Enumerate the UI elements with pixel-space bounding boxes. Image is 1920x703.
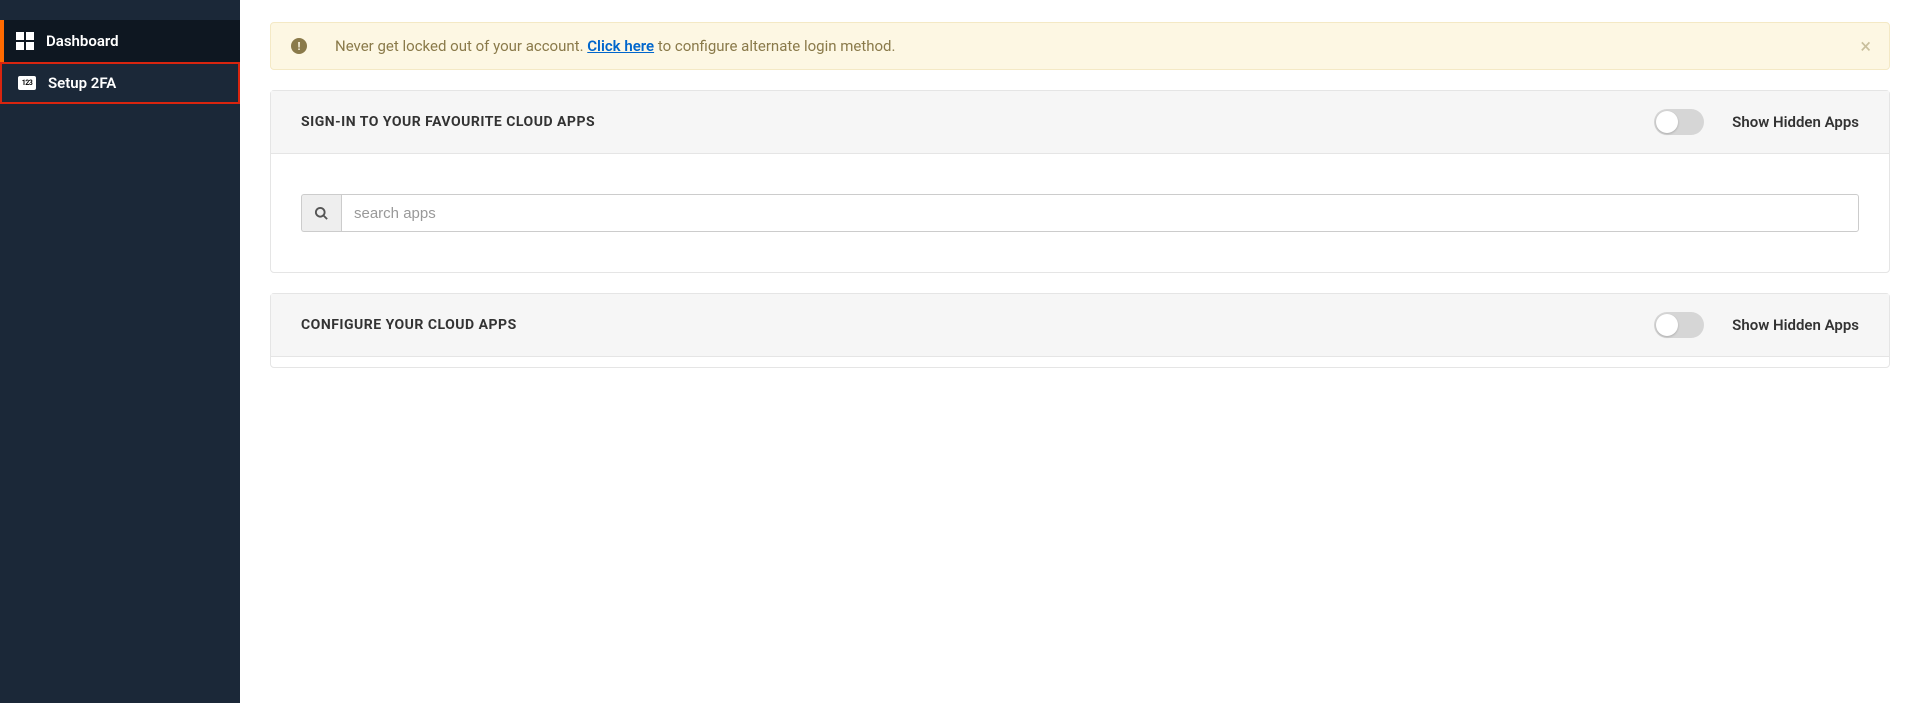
alert-text-before: Never get locked out of your account. <box>335 37 587 55</box>
panel-signin-title: SIGN-IN TO YOUR FAVOURITE CLOUD APPS <box>301 114 595 130</box>
sidebar-item-setup-2fa[interactable]: 123 Setup 2FA <box>0 62 240 104</box>
alert-link[interactable]: Click here <box>587 37 654 55</box>
dashboard-icon <box>16 32 34 50</box>
main-content: ! Never get locked out of your account. … <box>240 0 1920 703</box>
sidebar-item-label: Dashboard <box>46 32 119 50</box>
panel-signin: SIGN-IN TO YOUR FAVOURITE CLOUD APPS Sho… <box>270 90 1890 273</box>
search-icon[interactable] <box>301 194 341 232</box>
show-hidden-apps-toggle-2[interactable] <box>1654 312 1704 338</box>
panel-configure-title: CONFIGURE YOUR CLOUD APPS <box>301 317 517 333</box>
numeric-badge-icon: 123 <box>18 74 36 92</box>
sidebar: Dashboard 123 Setup 2FA <box>0 0 240 703</box>
sidebar-item-label: Setup 2FA <box>48 74 116 92</box>
sidebar-item-dashboard[interactable]: Dashboard <box>0 20 240 62</box>
alert-text: Never get locked out of your account. Cl… <box>335 37 895 55</box>
panel-signin-header-right: Show Hidden Apps <box>1654 109 1859 135</box>
search-wrap <box>301 194 1859 232</box>
panel-configure-header: CONFIGURE YOUR CLOUD APPS Show Hidden Ap… <box>271 294 1889 357</box>
alert-text-after: to configure alternate login method. <box>654 37 895 55</box>
warning-icon: ! <box>291 38 307 54</box>
toggle-knob <box>1656 111 1678 133</box>
alert-banner: ! Never get locked out of your account. … <box>270 22 1890 70</box>
panel-configure-header-right: Show Hidden Apps <box>1654 312 1859 338</box>
show-hidden-apps-toggle[interactable] <box>1654 109 1704 135</box>
toggle-knob <box>1656 314 1678 336</box>
panel-configure: CONFIGURE YOUR CLOUD APPS Show Hidden Ap… <box>270 293 1890 368</box>
panel-signin-header: SIGN-IN TO YOUR FAVOURITE CLOUD APPS Sho… <box>271 91 1889 154</box>
close-icon[interactable]: × <box>1860 36 1871 56</box>
panel-configure-body <box>271 357 1889 367</box>
show-hidden-apps-label-2: Show Hidden Apps <box>1732 316 1859 334</box>
panel-signin-body <box>271 154 1889 272</box>
show-hidden-apps-label: Show Hidden Apps <box>1732 113 1859 131</box>
search-apps-input[interactable] <box>341 194 1859 232</box>
